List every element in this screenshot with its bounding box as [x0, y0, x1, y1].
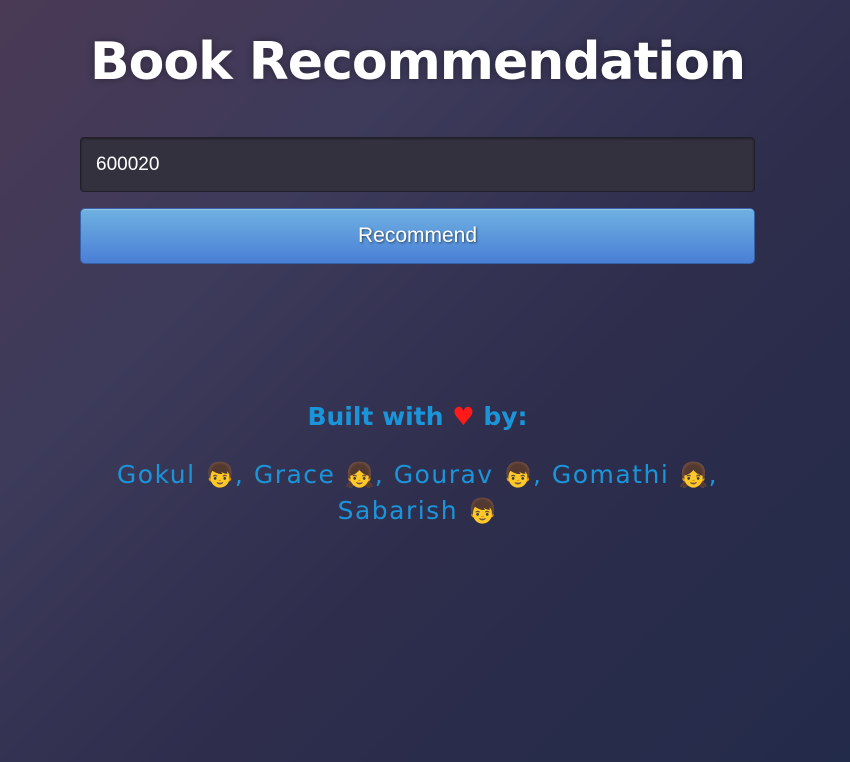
author-name: Grace: [253, 460, 336, 489]
heart-icon: ♥: [452, 402, 475, 431]
boy-emoji-icon: 👦: [503, 461, 533, 489]
author-name: Sabarish: [337, 496, 459, 525]
recommend-button[interactable]: Recommend: [80, 208, 755, 264]
author-item: Gourav 👦,: [393, 460, 543, 489]
boy-emoji-icon: 👦: [467, 497, 498, 525]
author-item: Gokul 👦,: [116, 460, 245, 489]
author-name: Gourav: [393, 460, 494, 489]
user-id-input[interactable]: [80, 137, 755, 192]
built-with-suffix: by:: [483, 402, 528, 431]
author-list: Gokul 👦, Grace 👧, Gourav 👦, Gomathi 👧, S…: [78, 457, 758, 529]
author-item: Gomathi 👧,: [551, 460, 719, 489]
author-item: Sabarish 👦: [338, 496, 498, 525]
built-with-heading: Built with ♥ by:: [0, 402, 835, 431]
page-title: Book Recommendation: [89, 32, 746, 92]
built-with-prefix: Built with: [307, 402, 444, 431]
boy-emoji-icon: 👦: [205, 461, 235, 489]
author-name: Gomathi: [551, 460, 670, 489]
credits-section: Built with ♥ by: Gokul 👦, Grace 👧, Goura…: [0, 402, 835, 529]
author-item: Grace 👧,: [253, 460, 385, 489]
author-name: Gokul: [116, 460, 196, 489]
girl-emoji-icon: 👧: [678, 461, 709, 489]
girl-emoji-icon: 👧: [344, 461, 375, 489]
